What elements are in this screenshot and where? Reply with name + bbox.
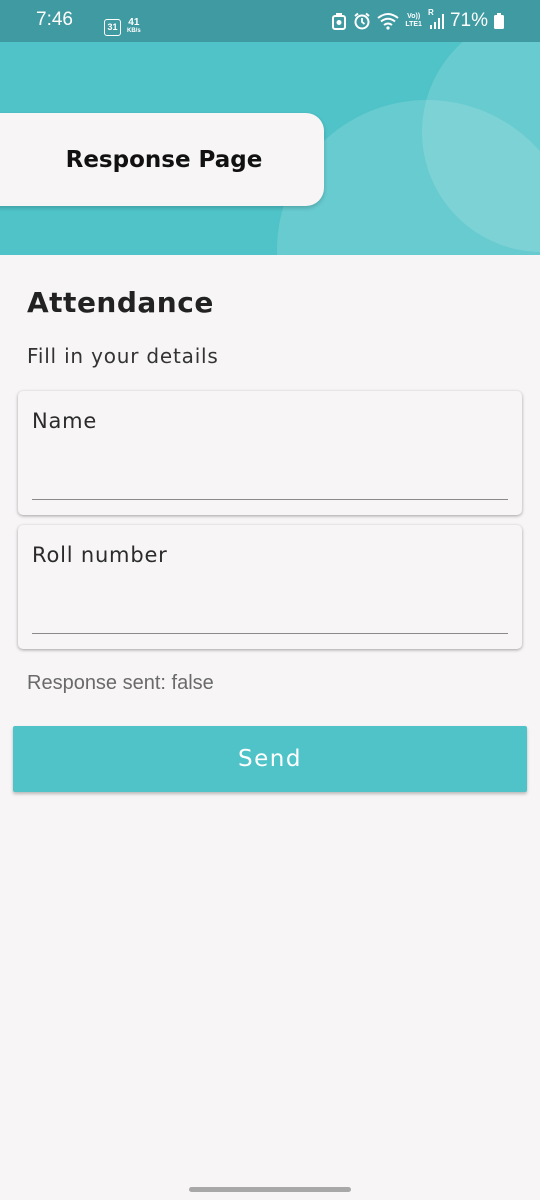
page-title-card: Response Page [0, 113, 324, 206]
roll-number-field[interactable]: Roll number [18, 525, 522, 649]
roll-number-field-underline [32, 633, 508, 634]
wifi-icon [377, 12, 399, 30]
name-field-label: Name [32, 409, 98, 433]
signal-icon: R [428, 8, 444, 30]
name-field[interactable]: Name [18, 391, 522, 515]
status-time: 7:46 [36, 9, 73, 30]
form-heading: Attendance [27, 286, 214, 319]
name-field-underline [32, 499, 508, 500]
battery-icon [494, 13, 504, 29]
page-title: Response Page [65, 146, 263, 173]
form-subheading: Fill in your details [27, 344, 219, 368]
alarm-clock-icon [331, 12, 347, 30]
home-indicator[interactable] [189, 1187, 351, 1192]
network-speed-indicator: 41 KB/s [127, 18, 141, 36]
network-speed-unit: KB/s [127, 28, 141, 34]
roaming-indicator: R [427, 8, 434, 17]
alarm-icon [353, 12, 371, 30]
lte-label: LTE1 [405, 21, 422, 28]
battery-percent: 71% [449, 10, 488, 31]
status-bar: 7:46 31 41 KB/s Vo)) LTE1 R 71% [0, 0, 540, 42]
response-status-text: Response sent: false [27, 672, 214, 694]
name-input[interactable] [32, 455, 508, 493]
volte-label: Vo)) [407, 13, 421, 20]
roll-number-field-label: Roll number [32, 543, 168, 567]
volte-indicator: Vo)) LTE1 [405, 13, 422, 29]
send-button[interactable]: Send [13, 726, 527, 792]
calendar-icon: 31 [104, 19, 121, 36]
status-icons: Vo)) LTE1 R 71% [331, 8, 504, 32]
roll-number-input[interactable] [32, 589, 508, 627]
